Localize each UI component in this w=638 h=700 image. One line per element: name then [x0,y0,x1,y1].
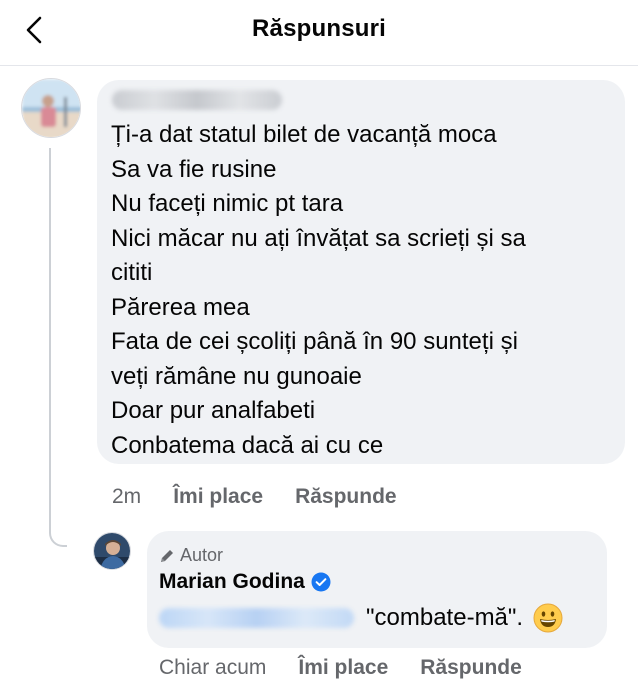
reply-author-avatar[interactable] [93,532,131,570]
comment-line: Fata de cei școliți până în 90 sunteți ș… [111,328,518,355]
reply-timestamp: Chiar acum [159,656,267,679]
thread-connector [49,148,67,547]
reply-like-button[interactable]: Îmi place [298,656,388,680]
comment-timestamp: 2m [112,485,142,508]
reply-text-content: "combate-mă". [366,604,524,631]
mention-redacted[interactable] [159,608,354,628]
reply-text: "combate-mă". [159,603,563,633]
comment-text: Ți-a dat statul bilet de vacanță moca Sa… [111,118,616,463]
pencil-icon [161,549,173,562]
author-tag: Autor [159,545,223,566]
reply-bubble: Autor Marian Godina "combate-mă". [147,531,607,648]
reply-author-name[interactable]: Marian Godina [159,570,331,594]
comment-line: Nu faceți nimic pt tara [111,190,344,217]
reply-reply-button[interactable]: Răspunde [420,656,522,680]
commenter-avatar[interactable] [21,78,81,138]
author-tag-label: Autor [180,545,224,565]
comment-line: cititi [111,259,153,286]
comment-line: Nici măcar nu ați învățat sa scrieți și … [111,224,526,252]
page-title: Răspunsuri [251,15,387,42]
verified-badge-icon [311,572,331,592]
reply-author-name-text: Marian Godina [159,570,305,593]
comment-like-button[interactable]: Îmi place [173,485,263,509]
header-bar: Răspunsuri [0,0,638,66]
comment-line: veți rămâne nu gunoaie [111,362,362,390]
reply-actions: Chiar acum Îmi place Răspunde [159,656,522,680]
comment-line: Sa va fie rusine [111,155,277,183]
comment-line: Doar pur analfabeti [111,397,316,424]
comment-bubble: Ți-a dat statul bilet de vacanță moca Sa… [97,80,625,464]
comment-reply-button[interactable]: Răspunde [295,485,397,509]
comment-line: Conbatema dacă ai cu ce [111,431,384,459]
comment-line: Ți-a dat statul bilet de vacanță moca [111,121,497,148]
commenter-name-redacted [112,90,282,110]
grinning-emoji-icon [533,603,563,633]
comment-actions: 2m Îmi place Răspunde [112,485,397,509]
comment-line: Părerea mea [111,293,250,321]
